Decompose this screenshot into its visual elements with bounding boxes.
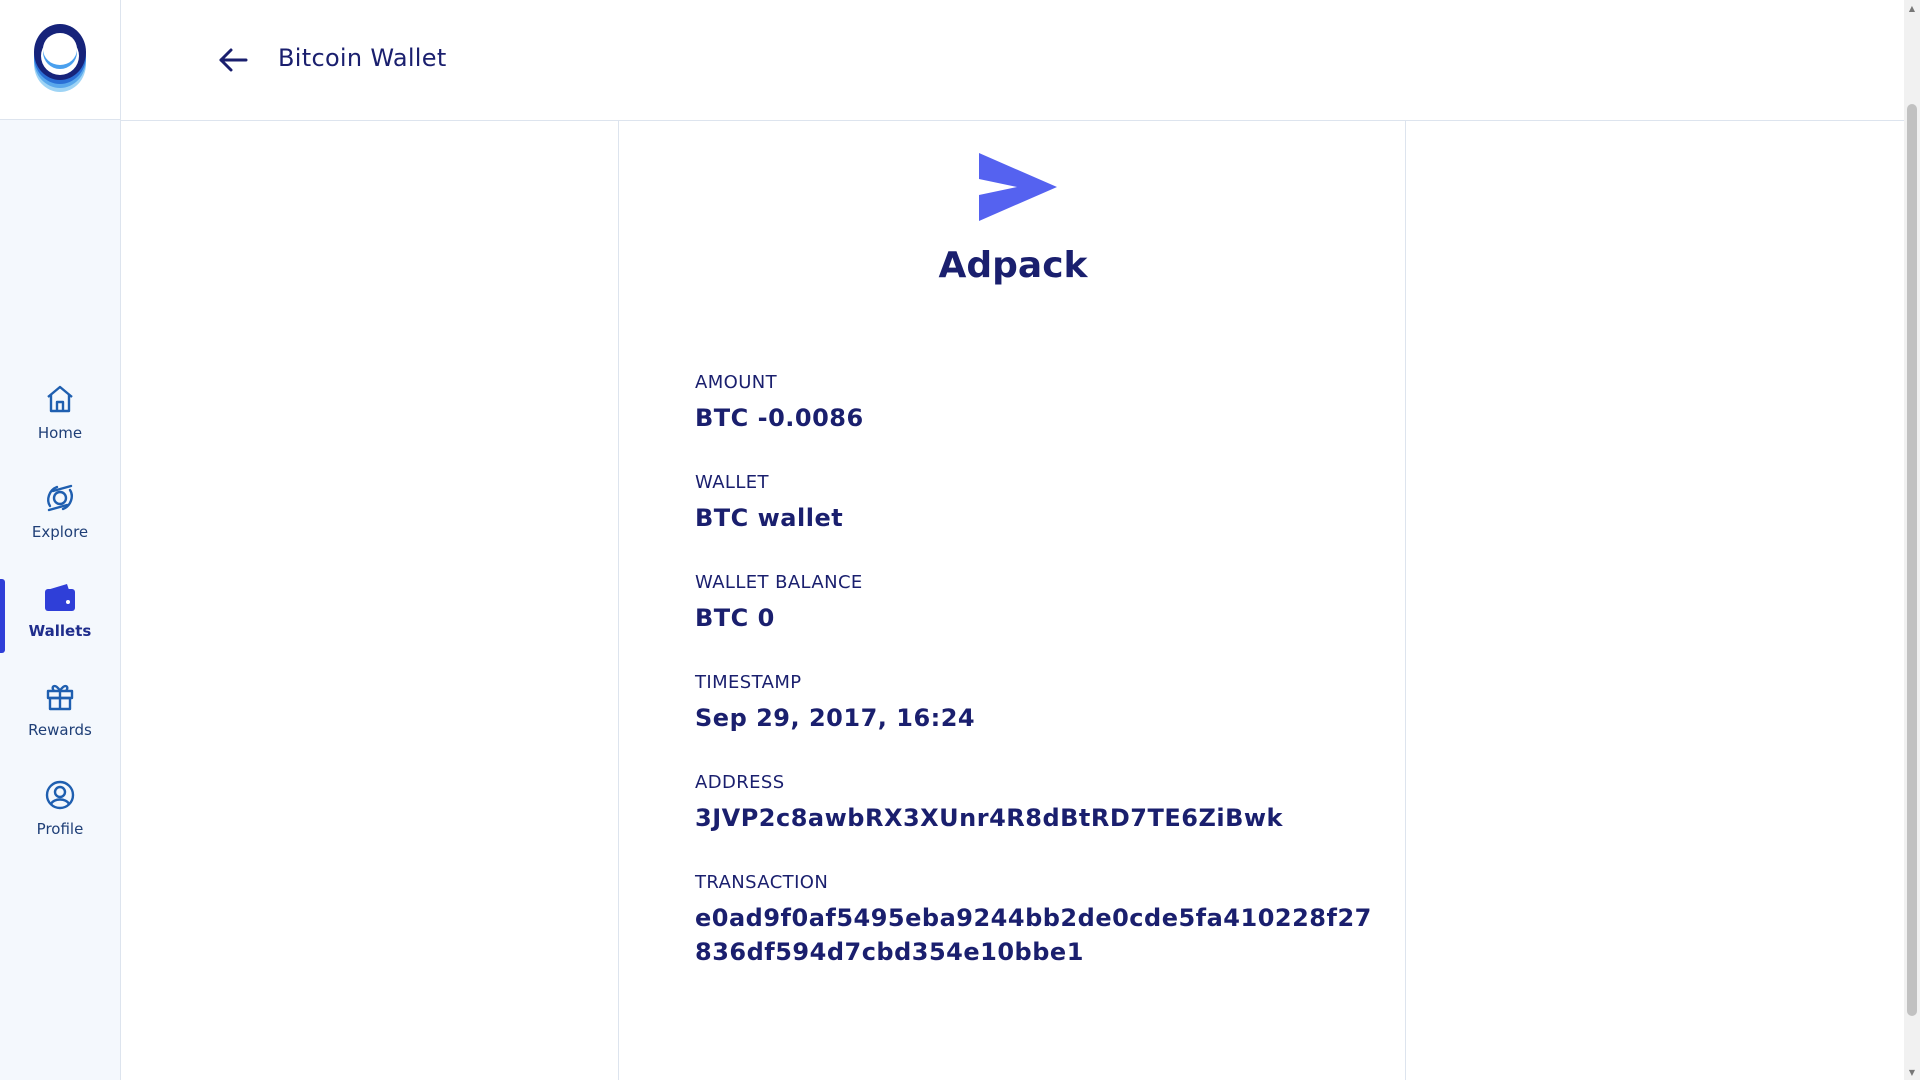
- explore-icon: [43, 481, 77, 515]
- send-icon: [979, 153, 1057, 221]
- field-amount: AMOUNT BTC -0.0086: [695, 371, 1375, 435]
- sidebar-item-label: Explore: [31, 522, 89, 541]
- field-value: BTC -0.0086: [695, 404, 864, 432]
- field-label: AMOUNT: [695, 372, 778, 393]
- field-value: Sep 29, 2017, 16:24: [695, 704, 976, 732]
- field-label: ADDRESS: [695, 772, 785, 793]
- logo-icon[interactable]: [32, 22, 88, 96]
- sidebar-item-label: Home: [37, 423, 83, 442]
- field-label: TRANSACTION: [695, 872, 829, 893]
- profile-icon: [43, 778, 77, 812]
- field-label: WALLET: [695, 472, 769, 493]
- sidebar: Home Explore Wallets Rewards Profile: [0, 0, 121, 1080]
- sidebar-nav: Home Explore Wallets Rewards Profile: [0, 362, 120, 857]
- scrollbar-thumb[interactable]: [1907, 104, 1917, 1016]
- sidebar-item-wallets[interactable]: Wallets: [0, 560, 120, 659]
- field-wallet-balance: WALLET BALANCE BTC 0: [695, 571, 1375, 635]
- field-timestamp: TIMESTAMP Sep 29, 2017, 16:24: [695, 671, 1375, 735]
- field-wallet: WALLET BTC wallet: [695, 471, 1375, 535]
- field-value: BTC wallet: [695, 504, 844, 532]
- field-label: TIMESTAMP: [695, 672, 802, 693]
- wallet-icon: [43, 580, 77, 614]
- sidebar-item-explore[interactable]: Explore: [0, 461, 120, 560]
- scrollbar[interactable]: ▲ ▼: [1904, 0, 1920, 1080]
- page-title: Bitcoin Wallet: [278, 44, 447, 72]
- arrow-left-icon: [219, 48, 248, 72]
- field-label: WALLET BALANCE: [695, 572, 863, 593]
- field-value[interactable]: e0ad9f0af5495eba9244bb2de0cde5fa410228f2…: [695, 901, 1375, 969]
- field-value[interactable]: 3JVP2c8awbRX3XUnr4R8dBtRD7TE6ZiBwk: [695, 801, 1375, 835]
- home-icon: [43, 382, 77, 416]
- field-address: ADDRESS 3JVP2c8awbRX3XUnr4R8dBtRD7TE6ZiB…: [695, 771, 1375, 835]
- field-value: BTC 0: [695, 604, 775, 632]
- sidebar-item-home[interactable]: Home: [0, 362, 120, 461]
- field-transaction: TRANSACTION e0ad9f0af5495eba9244bb2de0cd…: [695, 871, 1375, 969]
- sidebar-item-profile[interactable]: Profile: [0, 758, 120, 857]
- transaction-title: Adpack: [938, 245, 1088, 286]
- sidebar-item-label: Wallets: [28, 621, 92, 640]
- sidebar-item-rewards[interactable]: Rewards: [0, 659, 120, 758]
- transaction-detail-card: Adpack AMOUNT BTC -0.0086 WALLET BTC wal…: [618, 121, 1406, 1080]
- transaction-fields: AMOUNT BTC -0.0086 WALLET BTC wallet WAL…: [695, 371, 1375, 1005]
- back-button[interactable]: [217, 42, 249, 78]
- scroll-down-arrow-icon[interactable]: ▼: [1904, 1064, 1920, 1080]
- logo-area: [0, 0, 120, 120]
- gift-icon: [43, 679, 77, 713]
- sidebar-item-label: Profile: [36, 819, 84, 838]
- header: Bitcoin Wallet: [121, 0, 1904, 121]
- scroll-up-arrow-icon[interactable]: ▲: [1904, 0, 1920, 16]
- sidebar-item-label: Rewards: [28, 720, 92, 739]
